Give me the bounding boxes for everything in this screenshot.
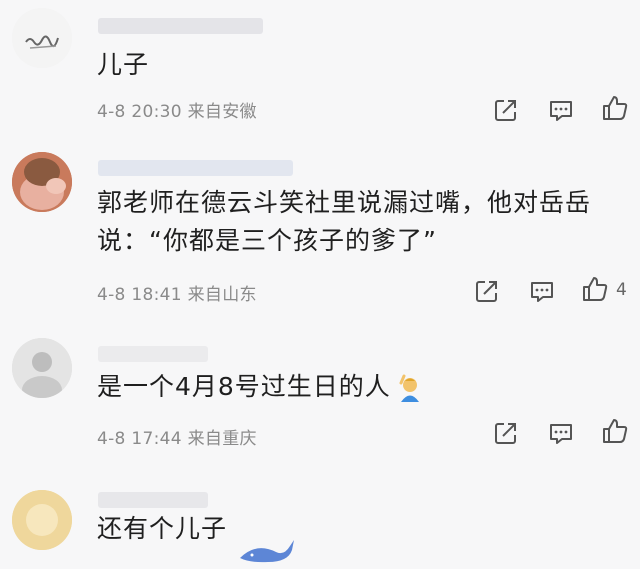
share-icon: [495, 423, 516, 444]
avatar-image: [12, 152, 72, 212]
avatar-image: [12, 8, 72, 68]
like-icon: [603, 419, 628, 443]
like-icon: [603, 96, 628, 120]
comment-text: 郭老师在德云斗笑社里说漏过嘴，他对岳岳说：“你都是三个孩子的爹了”: [97, 188, 592, 255]
like-count: 4: [616, 280, 627, 300]
comment-location: 来自安徽: [187, 102, 257, 122]
comment-meta: 4-8 18:41 来自山东: [97, 280, 257, 305]
comment-item: 还有个儿子: [0, 470, 640, 565]
username-blurred[interactable]: [98, 492, 208, 508]
reply-button[interactable]: [527, 276, 557, 306]
reply-icon: [531, 282, 553, 302]
username-blurred[interactable]: [98, 160, 293, 176]
avatar[interactable]: [12, 152, 72, 212]
share-icon: [476, 281, 497, 302]
like-icon: [583, 277, 608, 301]
comment-text: 是一个4月8号过生日的人: [97, 368, 626, 406]
whale-sticker: [238, 532, 298, 565]
person-gesturing-emoji: [395, 373, 425, 403]
share-icon: [495, 100, 516, 121]
comment-time: 20:30: [131, 102, 182, 122]
share-button[interactable]: [491, 95, 521, 125]
share-button[interactable]: [491, 418, 521, 448]
reply-button[interactable]: [546, 418, 576, 448]
comment-text: 儿子: [97, 50, 150, 79]
avatar-image: [12, 338, 72, 398]
comment-time: 18:41: [131, 285, 182, 305]
share-button[interactable]: [472, 276, 502, 306]
comment-date: 4-8: [97, 429, 126, 449]
whale-icon: [240, 540, 294, 563]
avatar-image: [12, 490, 72, 550]
avatar[interactable]: [12, 8, 72, 68]
avatar[interactable]: [12, 338, 72, 398]
reply-icon: [550, 101, 572, 121]
comment-date: 4-8: [97, 285, 126, 305]
comment-location: 来自山东: [187, 285, 257, 305]
username-blurred[interactable]: [98, 18, 263, 34]
comment-item: 郭老师在德云斗笑社里说漏过嘴，他对岳岳说：“你都是三个孩子的爹了” 4-8 18…: [0, 140, 640, 310]
comment-text-content: 是一个4月8号过生日的人: [97, 372, 391, 401]
like-button[interactable]: [580, 274, 610, 304]
comment-text: 还有个儿子: [97, 514, 228, 543]
comment-location: 来自重庆: [187, 429, 257, 449]
username-blurred[interactable]: [98, 346, 208, 362]
comment-item: 是一个4月8号过生日的人 4-8 17:44 来自重庆: [0, 320, 640, 455]
reply-icon: [550, 424, 572, 444]
person-gesturing-icon: [399, 374, 419, 402]
comment-meta: 4-8 17:44 来自重庆: [97, 424, 257, 449]
like-button[interactable]: [600, 93, 630, 123]
comment-time: 17:44: [131, 429, 182, 449]
comment-item: 儿子 4-8 20:30 来自安徽: [0, 0, 640, 135]
like-button[interactable]: [600, 416, 630, 446]
comment-meta: 4-8 20:30 来自安徽: [97, 97, 257, 122]
avatar[interactable]: [12, 490, 72, 550]
comment-date: 4-8: [97, 102, 126, 122]
reply-button[interactable]: [546, 95, 576, 125]
